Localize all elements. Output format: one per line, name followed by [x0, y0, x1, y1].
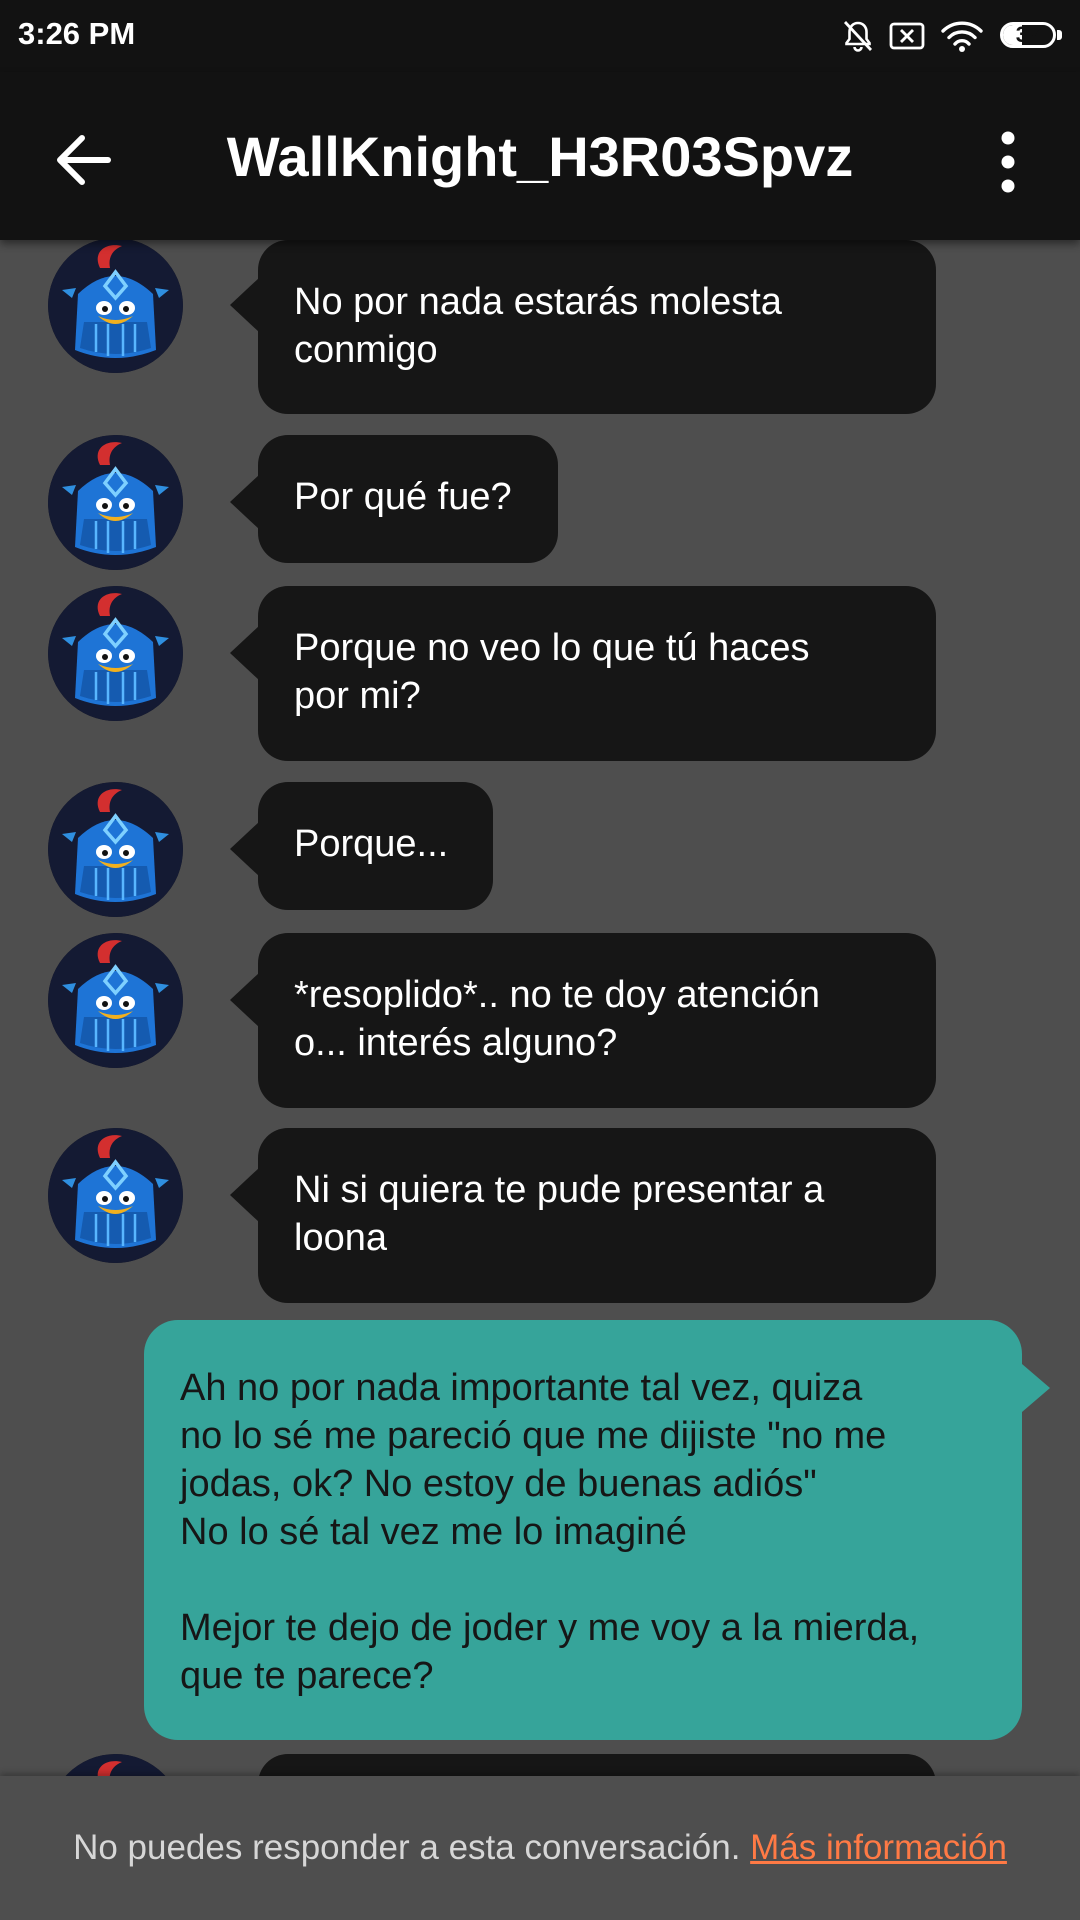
incoming-message-bubble[interactable]: No por nada estarás molesta conmigo: [230, 240, 936, 414]
bubble-tail: [230, 821, 260, 877]
more-info-link[interactable]: Más información: [750, 1828, 1007, 1867]
status-time: 3:26 PM: [18, 16, 136, 51]
bubble-tail: [230, 474, 260, 530]
bubble-tail: [1022, 1364, 1050, 1412]
avatar[interactable]: [48, 435, 183, 570]
sim-missing-icon: [889, 22, 925, 50]
conversation-title: WallKnight_H3R03Spvz: [226, 125, 854, 188]
reply-disabled-line: No puedes responder a esta conversación.…: [0, 1828, 1080, 1868]
outgoing-message-bubble[interactable]: Ah no por nada importante tal vez, quiza…: [144, 1320, 1050, 1740]
message-text: Porque...: [294, 823, 449, 865]
bubble-tail: [230, 972, 260, 1028]
arrow-left-icon[interactable]: [42, 118, 126, 202]
bubble-tail: [230, 277, 260, 333]
knight-avatar-art: [48, 933, 183, 1068]
message-list[interactable]: No por nada estarás molesta conmigo Por q…: [0, 240, 1080, 1776]
knight-avatar-art: [48, 782, 183, 917]
message-text: Porque no veo lo que tú haces por mi?: [294, 627, 810, 717]
avatar[interactable]: [48, 782, 183, 917]
knight-avatar-art: [48, 240, 183, 373]
battery-level-text: 37: [1015, 22, 1041, 47]
knight-avatar-art: [65, 1754, 166, 1776]
bell-off-icon: [843, 21, 873, 52]
message-text: Ni si quiera te pude presentar a loona: [294, 1169, 825, 1259]
reply-disabled-bar: No puedes responder a esta conversación.…: [0, 1776, 1080, 1920]
incoming-message-bubble[interactable]: Porque no veo lo que tú haces por mi?: [230, 586, 936, 761]
avatar[interactable]: [48, 933, 183, 1068]
knight-avatar-art: [48, 1128, 183, 1263]
wifi-icon: [941, 21, 983, 52]
incoming-message-bubble[interactable]: *resoplido*.. no te doy atención o... in…: [230, 933, 936, 1108]
message-text: Por qué fue?: [294, 476, 512, 518]
incoming-message-bubble[interactable]: Por qué fue?: [230, 435, 558, 563]
status-bar: 3:26 PM 37: [0, 0, 1080, 72]
reply-disabled-notice: No puedes responder a esta conversación.: [73, 1828, 741, 1867]
message-text: Ah no por nada importante tal vez, quiza…: [180, 1367, 920, 1697]
more-vertical-icon[interactable]: [980, 120, 1036, 204]
battery-nub: [1057, 30, 1062, 40]
avatar[interactable]: [48, 1128, 183, 1263]
incoming-message-bubble[interactable]: Ni si quiera te pude presentar a loona: [230, 1128, 936, 1303]
avatar[interactable]: [48, 586, 183, 721]
message-text: No por nada estarás molesta conmigo: [294, 281, 782, 371]
knight-avatar-art: [48, 435, 183, 570]
message-text: *resoplido*.. no te doy atención o... in…: [294, 974, 821, 1064]
avatar[interactable]: [48, 1754, 183, 1776]
avatar[interactable]: [48, 240, 183, 373]
bubble-tail: [230, 1167, 260, 1223]
app-bar: WallKnight_H3R03Spvz: [0, 72, 1080, 240]
incoming-message-bubble[interactable]: Porque...: [230, 782, 493, 910]
knight-avatar-art: [48, 586, 183, 721]
bubble-tail: [230, 625, 260, 681]
battery-icon: 37: [1000, 22, 1056, 48]
incoming-message-bubble[interactable]: [258, 1754, 936, 1776]
